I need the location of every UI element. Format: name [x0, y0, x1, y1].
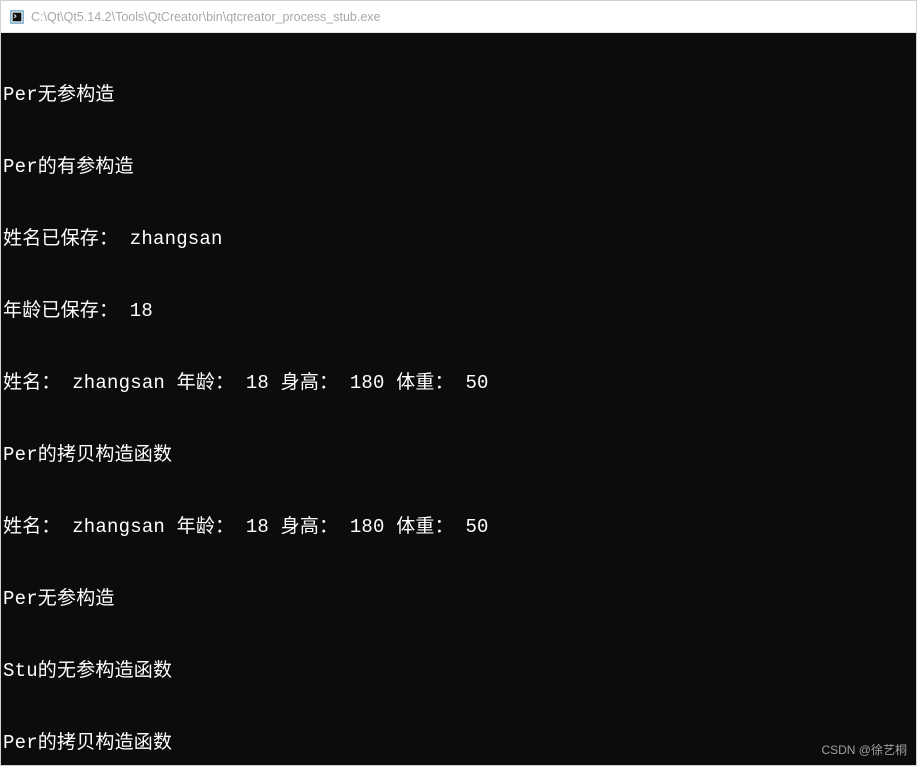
console-line: 姓名已保存： zhangsan — [3, 227, 914, 251]
console-window: C:\Qt\Qt5.14.2\Tools\QtCreator\bin\qtcre… — [0, 0, 917, 766]
console-line: Per的拷贝构造函数 — [3, 731, 914, 755]
console-line: 姓名： zhangsan 年龄： 18 身高： 180 体重： 50 — [3, 515, 914, 539]
watermark-text: CSDN @徐艺桐 — [821, 741, 907, 758]
console-line: Per无参构造 — [3, 83, 914, 107]
console-line: Per的有参构造 — [3, 155, 914, 179]
console-app-icon — [9, 9, 25, 25]
console-line: 年龄已保存： 18 — [3, 299, 914, 323]
console-output[interactable]: Per无参构造 Per的有参构造 姓名已保存： zhangsan 年龄已保存： … — [1, 33, 916, 765]
window-title: C:\Qt\Qt5.14.2\Tools\QtCreator\bin\qtcre… — [31, 10, 380, 24]
titlebar[interactable]: C:\Qt\Qt5.14.2\Tools\QtCreator\bin\qtcre… — [1, 1, 916, 33]
console-line: Stu的无参构造函数 — [3, 659, 914, 683]
console-line: Per的拷贝构造函数 — [3, 443, 914, 467]
console-line: 姓名： zhangsan 年龄： 18 身高： 180 体重： 50 — [3, 371, 914, 395]
console-line: Per无参构造 — [3, 587, 914, 611]
